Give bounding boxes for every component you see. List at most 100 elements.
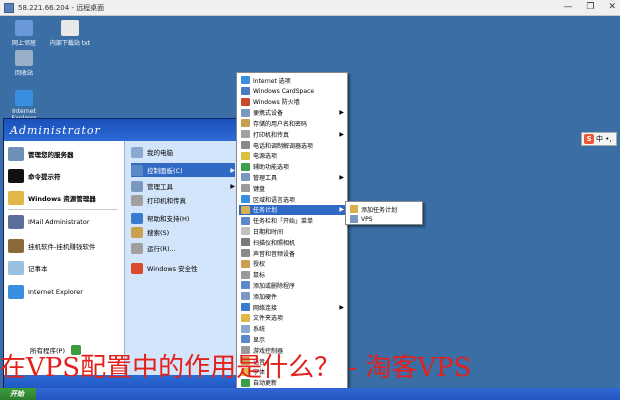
program-icon [8, 261, 24, 275]
control-panel-item-label: 显示 [253, 336, 266, 344]
control-panel-item-icon [241, 151, 250, 160]
submenu-arrow-icon: ▶ [230, 166, 235, 174]
control-panel-item[interactable]: 声音和音频设备 [239, 248, 347, 259]
start-menu-place-item[interactable]: 搜索(S) [131, 225, 235, 239]
restore-button[interactable]: ❐ [586, 2, 594, 12]
control-panel-item[interactable]: 添加或删除程序 [239, 280, 347, 291]
control-panel-item[interactable]: 任务计划 ▶ [239, 204, 347, 216]
control-panel-item-icon [241, 97, 250, 106]
start-menu-item[interactable]: 挂机软件-挂机赚钱软件 [8, 237, 95, 255]
control-panel-item[interactable]: 扫描仪和照相机 [239, 237, 347, 248]
control-panel-item-icon [241, 76, 250, 85]
window-title: 58.221.66.204 - 远程桌面 [18, 3, 105, 12]
control-panel-item-icon [241, 259, 250, 268]
control-panel-item[interactable]: 存储的用户名和密码 [239, 118, 347, 129]
control-panel-item-label: 任务计划 [253, 207, 278, 215]
start-menu-item-label: 管理您的服务器 [28, 151, 74, 159]
start-menu-place-item[interactable]: 打印机和传真 [131, 193, 235, 207]
control-panel-item[interactable]: 系统 [239, 323, 347, 334]
control-panel-item-label: 扫描仪和照相机 [253, 239, 296, 247]
desktop-icon[interactable]: 网上邻居 [2, 20, 46, 47]
control-panel-item-label: 添加或删除程序 [253, 282, 296, 290]
start-menu-separator [8, 209, 118, 210]
start-menu-place-item[interactable]: 运行(R)... [131, 241, 235, 255]
control-panel-item[interactable]: Internet 选项 [239, 75, 347, 86]
control-panel-item-icon [241, 324, 250, 333]
desktop-icon[interactable]: 回收站 [2, 50, 46, 77]
control-panel-item-label: 存储的用户名和密码 [253, 120, 308, 128]
submenu-arrow-icon: ▶ [339, 130, 344, 138]
task-scheduler-item[interactable]: VPS [348, 214, 422, 224]
program-icon [8, 169, 24, 183]
start-menu-item[interactable]: 命令提示符 [8, 167, 61, 185]
start-menu-place-label: 运行(R)... [147, 245, 176, 253]
control-panel-item-label: 电话和调制解调器选项 [253, 142, 314, 150]
start-menu-item[interactable]: 记事本 [8, 259, 48, 277]
start-menu-place-label: 打印机和传真 [147, 197, 186, 205]
start-menu-place-item[interactable]: Windows 安全性 [131, 261, 235, 275]
remote-desktop-icon [4, 2, 14, 13]
place-icon [131, 180, 143, 192]
start-menu-item[interactable]: Windows 资源管理器 [8, 189, 96, 207]
start-menu-place-item[interactable]: 帮助和支持(H) [131, 211, 235, 225]
control-panel-item[interactable]: 打印机和传真 ▶ [239, 129, 347, 140]
desktop-icon-image-icon [61, 20, 79, 36]
control-panel-item[interactable]: 文件夹选项 [239, 313, 347, 324]
ime-mode-label: 中 •, [596, 135, 612, 143]
place-icon [131, 262, 143, 274]
control-panel-item-label: 文件夹选项 [253, 315, 284, 323]
control-panel-item-icon [241, 162, 250, 171]
control-panel-item[interactable]: 键盘 [239, 183, 347, 194]
control-panel-item[interactable]: 添加硬件 [239, 291, 347, 302]
control-panel-item[interactable]: 便携式设备 ▶ [239, 107, 347, 118]
control-panel-item-icon [241, 303, 250, 312]
control-panel-item-label: 任务栏和「开始」菜单 [253, 218, 314, 226]
control-panel-item-icon [241, 335, 250, 344]
control-panel-item[interactable]: 管理工具 ▶ [239, 172, 347, 183]
start-menu-username: Administrator [4, 119, 238, 141]
control-panel-item[interactable]: 任务栏和「开始」菜单 [239, 215, 347, 226]
start-menu-item-label: Internet Explorer [28, 288, 83, 296]
start-button[interactable]: 开始 [0, 388, 36, 400]
control-panel-item-icon [241, 173, 250, 182]
control-panel-item-icon [241, 281, 250, 290]
start-menu-item[interactable]: 管理您的服务器 [8, 145, 74, 163]
control-panel-item[interactable]: 显示 [239, 334, 347, 345]
desktop-icon[interactable]: 内部下载站 txt [48, 20, 92, 47]
control-panel-item[interactable]: Windows 防火墙 [239, 97, 347, 108]
task-item-icon [350, 215, 358, 223]
start-menu-item[interactable]: IMail Administrator [8, 213, 90, 231]
ime-toolbar[interactable]: S 中 •, [581, 132, 617, 146]
start-menu-item[interactable]: Internet Explorer [8, 283, 83, 301]
minimize-button[interactable]: — [563, 2, 572, 12]
task-scheduler-item[interactable]: 添加任务计划 [348, 204, 422, 214]
control-panel-item[interactable]: 网络连接 ▶ [239, 302, 347, 313]
start-menu-place-label: 控制面板(C) [147, 167, 183, 175]
control-panel-item-icon [241, 141, 250, 150]
control-panel-item[interactable]: 电源选项 [239, 151, 347, 162]
control-panel-item[interactable]: 日期和时间 [239, 226, 347, 237]
start-menu-place-item[interactable]: 控制面板(C) ▶ [131, 163, 235, 177]
control-panel-item-label: 打印机和传真 [253, 131, 290, 139]
place-icon [131, 164, 143, 176]
desktop-icon-image-icon [15, 90, 33, 106]
start-menu-pinned-list: 管理您的服务器命令提示符 Windows 资源管理器 IMail Administr… [4, 141, 124, 375]
control-panel-item[interactable]: 区域和语言选项 [239, 194, 347, 205]
submenu-arrow-icon: ▶ [230, 182, 235, 190]
control-panel-item[interactable]: Windows CardSpace [239, 86, 347, 97]
submenu-arrow-icon: ▶ [339, 303, 344, 311]
control-panel-item-label: 辅助功能选项 [253, 164, 290, 172]
control-panel-item[interactable]: 鼠标 [239, 269, 347, 280]
close-button[interactable]: ✕ [608, 2, 616, 12]
control-panel-item[interactable]: 电话和调制解调器选项 [239, 140, 347, 151]
control-panel-item-label: Windows 防火墙 [253, 99, 300, 107]
submenu-arrow-icon: ▶ [339, 206, 344, 214]
control-panel-item[interactable]: 辅助功能选项 [239, 161, 347, 172]
control-panel-item[interactable]: 授权 [239, 259, 347, 270]
start-menu-place-item[interactable]: 管理工具 ▶ [131, 179, 235, 193]
control-panel-item-icon [241, 184, 250, 193]
control-panel-item-icon [241, 130, 250, 139]
desktop-icon-image-icon [15, 20, 33, 36]
start-menu-place-item[interactable]: 我的电脑 [131, 145, 235, 159]
control-panel-item-icon [241, 270, 250, 279]
